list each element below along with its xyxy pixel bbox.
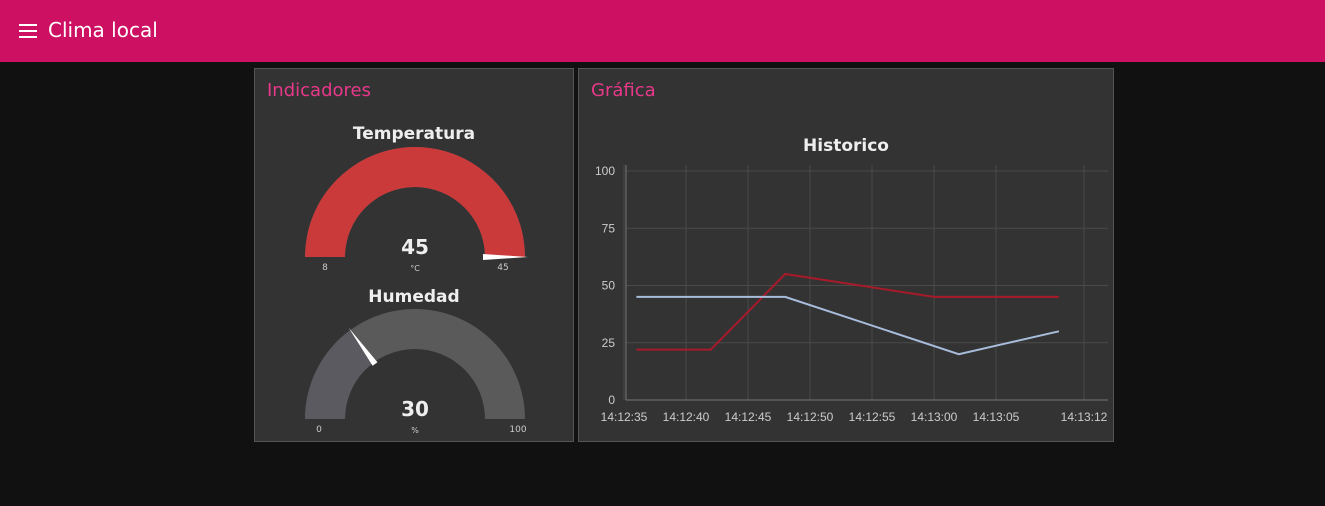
humidity-gauge-title: Humedad	[368, 287, 460, 307]
indicators-card: Indicadores Temperatura 45 °C 8 45 Humed…	[254, 68, 574, 442]
x-tick-label: 14:12:45	[725, 410, 772, 424]
x-tick-label: 14:12:50	[787, 410, 834, 424]
gauge-max: 100	[509, 425, 526, 435]
menu-icon-line	[19, 30, 37, 32]
chart-card: Gráfica Historico 0 25 50 75 100 14:12:35 14:1…	[578, 68, 1114, 442]
top-app-bar: Clima local	[0, 0, 1325, 62]
gauge-unit: %	[411, 426, 419, 435]
gauge-unit: °C	[410, 264, 420, 273]
humidity-gauge: 30 % 0 100	[305, 309, 527, 435]
x-tick-label: 14:12:40	[663, 410, 710, 424]
menu-icon-line	[19, 24, 37, 26]
gauge-max: 45	[497, 263, 508, 273]
app-title: Clima local	[48, 18, 158, 42]
gauge-min: 0	[316, 425, 322, 435]
gauge-min: 8	[322, 263, 328, 273]
y-tick-label: 50	[602, 279, 616, 293]
x-tick-label: 14:13:12	[1061, 410, 1108, 424]
gauge-value: 45	[401, 235, 429, 259]
menu-icon[interactable]	[18, 21, 38, 41]
y-tick-label: 25	[602, 336, 616, 350]
x-tick-label: 14:13:00	[911, 410, 958, 424]
x-tick-label: 14:13:05	[973, 410, 1020, 424]
y-tick-label: 0	[608, 393, 615, 407]
y-tick-label: 100	[595, 164, 615, 178]
temperature-gauge-title: Temperatura	[352, 124, 476, 144]
menu-icon-line	[19, 36, 37, 38]
indicators-card-title: Indicadores	[267, 80, 371, 101]
x-tick-label: 14:12:35	[601, 410, 648, 424]
history-line-chart: Historico 0 25 50 75 100 14:12:35 14:12:40 14:1…	[595, 136, 1108, 424]
y-tick-label: 75	[602, 221, 616, 235]
x-tick-label: 14:12:55	[849, 410, 896, 424]
chart-title: Historico	[803, 136, 889, 156]
gauge-value: 30	[401, 397, 429, 421]
temperature-gauge: 45 °C 8 45	[305, 147, 528, 273]
